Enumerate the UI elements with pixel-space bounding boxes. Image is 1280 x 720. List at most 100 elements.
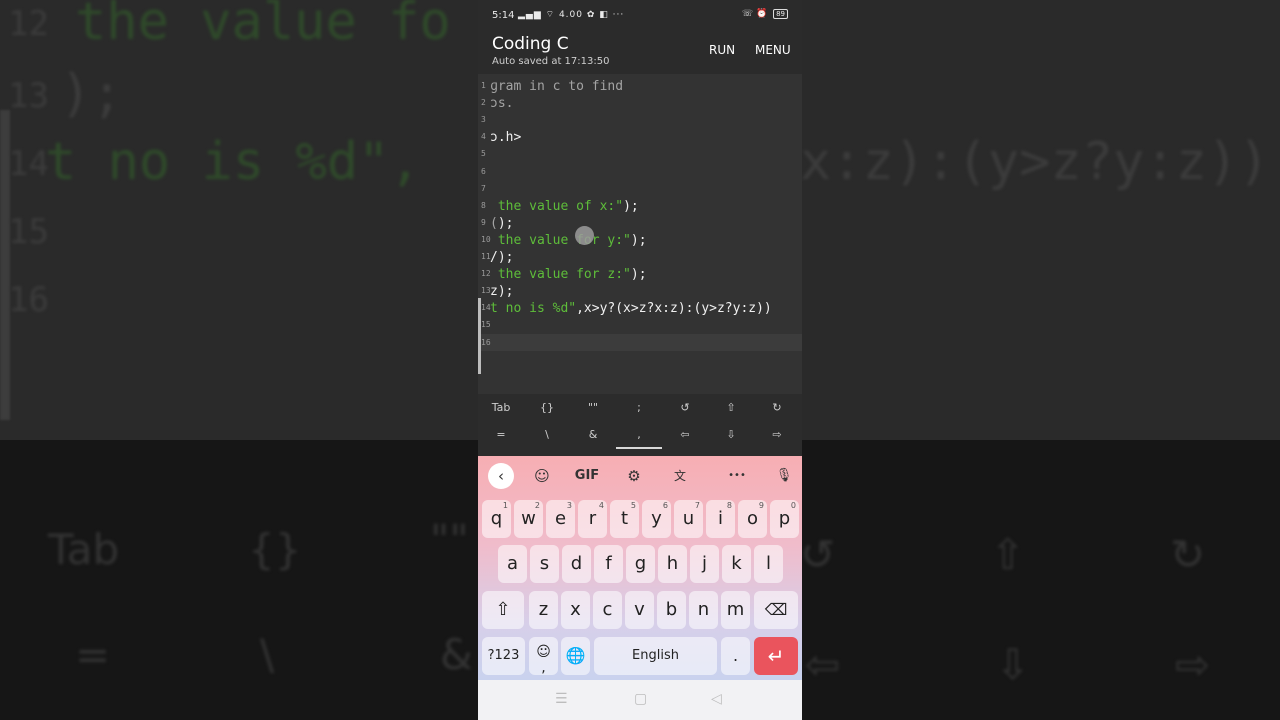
key-i[interactable]: i8 [706, 500, 735, 538]
key-e[interactable]: e3 [546, 500, 575, 538]
bg-key: = [75, 630, 111, 679]
key-x[interactable]: x [561, 591, 590, 629]
arrow-up-icon[interactable]: ⇧ [708, 395, 754, 421]
collapse-toolbar-icon[interactable]: ‹ [488, 463, 514, 489]
key-letter: i [717, 508, 723, 529]
extra-key-backslash[interactable]: \ [524, 422, 570, 448]
key-o[interactable]: o9 [738, 500, 767, 538]
line-number: 15 [481, 320, 491, 330]
code-line[interactable]: 10 the value for y:"); [478, 231, 802, 248]
key-s[interactable]: s [530, 545, 559, 583]
status-right: ☏ ⏰ 89 [742, 9, 788, 19]
code-line[interactable]: 13 z); [478, 282, 802, 299]
key-h[interactable]: h [658, 545, 687, 583]
menu-button[interactable]: MENU [755, 43, 791, 57]
code-line[interactable]: 12 the value for z:"); [478, 265, 802, 282]
home-icon[interactable]: ▢ [634, 691, 647, 707]
key-l[interactable]: l [754, 545, 783, 583]
key-y[interactable]: y6 [642, 500, 671, 538]
key-q[interactable]: q1 [482, 500, 511, 538]
key-c[interactable]: c [593, 591, 622, 629]
bg-key: & [440, 630, 473, 679]
key-t[interactable]: t5 [610, 500, 639, 538]
back-icon[interactable]: ◁ [711, 691, 722, 707]
key-z[interactable]: z [529, 591, 558, 629]
extra-key-equals[interactable]: = [478, 422, 524, 448]
mic-icon[interactable]: 🎙 [772, 463, 796, 489]
key-g[interactable]: g [626, 545, 655, 583]
bg-key: ↻ [1170, 530, 1206, 579]
app-title: Coding C [492, 34, 569, 54]
code-line[interactable]: 5 [478, 145, 802, 162]
phone-screen: 5:14 ▂▄▆ ⌔ 4.00 ✿ ◧ ··· ☏ ⏰ 89 Coding C … [478, 0, 802, 720]
code-line[interactable]: 4 ɔ.h> [478, 128, 802, 145]
key-k[interactable]: k [722, 545, 751, 583]
code-line[interactable]: 9 (); [478, 214, 802, 231]
code-line[interactable]: 7 [478, 180, 802, 197]
emoji-comma-key[interactable]: ☺, [529, 637, 558, 676]
key-m[interactable]: m [721, 591, 750, 629]
code-line[interactable]: 11/); [478, 248, 802, 265]
run-button[interactable]: RUN [709, 43, 735, 57]
key-a[interactable]: a [498, 545, 527, 583]
code-line[interactable]: 15 [478, 316, 802, 333]
battery-icon: 89 [773, 9, 788, 19]
key-n[interactable]: n [689, 591, 718, 629]
line-number: 3 [481, 115, 486, 125]
more-icon[interactable]: ••• [724, 463, 750, 489]
space-key[interactable]: English [594, 637, 717, 675]
shift-key[interactable]: ⇧ [482, 591, 524, 629]
key-hint-number: 1 [502, 501, 508, 510]
extra-key-ampersand[interactable]: & [570, 422, 616, 448]
key-d[interactable]: d [562, 545, 591, 583]
code-token: ɔ.h> [490, 130, 522, 146]
settings-icon[interactable]: ⚙ [622, 463, 646, 489]
bg-key: {} [248, 525, 302, 574]
key-u[interactable]: u7 [674, 500, 703, 538]
key-j[interactable]: j [690, 545, 719, 583]
gif-button[interactable]: GIF [572, 463, 602, 489]
key-f[interactable]: f [594, 545, 623, 583]
editor-scrollbar[interactable] [478, 298, 481, 374]
extra-key-quotes[interactable]: "" [570, 395, 616, 421]
bg-line-number: 15 [8, 212, 49, 252]
arrow-right-icon[interactable]: ⇨ [754, 422, 800, 448]
line-number: 2 [481, 98, 486, 108]
bg-key: Tab [48, 525, 120, 574]
extra-key-semicolon[interactable]: ; [616, 395, 662, 421]
translate-icon[interactable]: 文 [668, 463, 692, 489]
period-key[interactable]: . [721, 637, 750, 675]
arrow-down-icon[interactable]: ⇩ [708, 422, 754, 448]
key-letter: q [490, 508, 503, 529]
key-w[interactable]: w2 [514, 500, 543, 538]
key-p[interactable]: p0 [770, 500, 799, 538]
code-token: z); [490, 284, 514, 300]
redo-icon[interactable]: ↻ [754, 395, 800, 421]
navigation-bar: ☰ ▢ ◁ [478, 680, 802, 720]
code-line[interactable]: 2 ɔs. [478, 94, 802, 111]
code-editor[interactable]: 16 15 14 t no is %d",x>y?(x>z?x:z):(y>z?y:z… [478, 74, 802, 394]
key-r[interactable]: r4 [578, 500, 607, 538]
code-line[interactable]: 6 [478, 163, 802, 180]
symbols-key[interactable]: ?123 [482, 637, 525, 675]
bg-line-number: 12 [8, 4, 49, 44]
sticker-icon[interactable]: ☺ [530, 463, 554, 489]
code-line[interactable]: 1 ɡram in c to find [478, 77, 802, 94]
code-line[interactable]: 8 the value of x:"); [478, 197, 802, 214]
extra-key-comma[interactable]: , [616, 422, 662, 449]
undo-icon[interactable]: ↺ [662, 395, 708, 421]
globe-icon[interactable]: 🌐 [561, 637, 590, 675]
arrow-left-icon[interactable]: ⇦ [662, 422, 708, 448]
recents-icon[interactable]: ☰ [555, 691, 568, 707]
status-indicators: ▂▄▆ ⌔ 4.00 ✿ ◧ ··· [518, 10, 625, 20]
extra-key-tab[interactable]: Tab [478, 395, 524, 421]
call-alarm-icons: ☏ ⏰ [741, 9, 768, 19]
code-line[interactable]: 3 [478, 111, 802, 128]
backspace-key[interactable]: ⌫ [754, 591, 798, 629]
code-line[interactable]: 14 t no is %d",x>y?(x>z?x:z):(y>z?y:z)) [478, 299, 802, 316]
key-b[interactable]: b [657, 591, 686, 629]
key-v[interactable]: v [625, 591, 654, 629]
code-line[interactable]: 16 [478, 333, 802, 351]
enter-key[interactable]: ↵ [754, 637, 798, 675]
extra-key-braces[interactable]: {} [524, 395, 570, 421]
